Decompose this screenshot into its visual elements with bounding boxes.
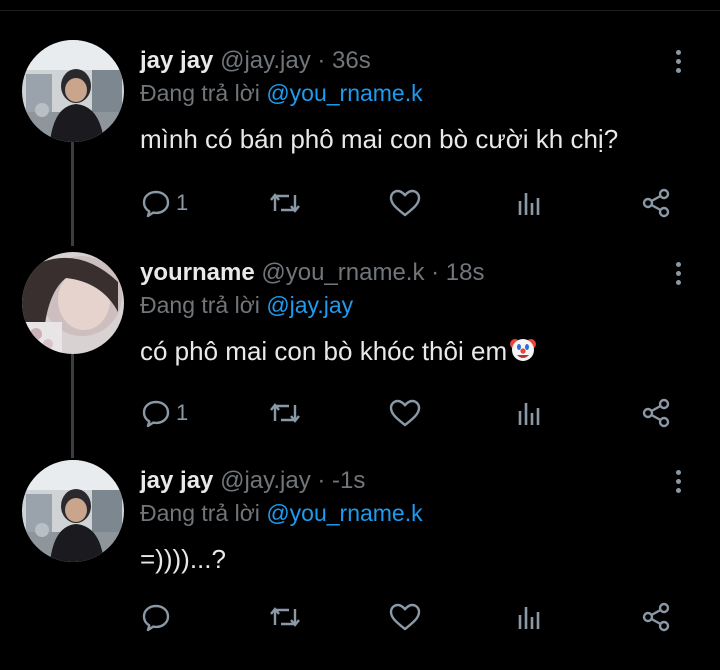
like-icon [389, 603, 421, 631]
handle-time: @jay.jay · 36s [220, 47, 371, 74]
reply-to-link[interactable]: @you_rname.k [266, 80, 422, 106]
tweet-text: có phô mai con bò khóc thôi em [140, 334, 680, 371]
views-button[interactable] [514, 600, 544, 634]
tweet[interactable]: jay jay @jay.jay · -1s Đang trả lời @you… [0, 460, 720, 670]
tweet-text-content: có phô mai con bò khóc thôi em [140, 336, 508, 366]
tweet-content: jay jay @jay.jay · -1s Đang trả lời @you… [140, 466, 680, 576]
reply-icon [142, 190, 170, 218]
handle-time: @jay.jay · -1s [220, 467, 366, 494]
tweet-header: jay jay @jay.jay · 36s [140, 46, 680, 76]
reply-prefix: Đang trả lời [140, 500, 260, 526]
action-bar: 1 [140, 186, 680, 220]
reply-button[interactable]: 1 [140, 396, 188, 430]
share-button[interactable] [640, 600, 672, 634]
reply-icon [142, 604, 170, 632]
avatar[interactable] [22, 460, 124, 562]
reply-to-link[interactable]: @jay.jay [266, 292, 353, 318]
reply-context: Đang trả lời @you_rname.k [140, 498, 680, 528]
views-icon [518, 193, 540, 215]
tweet-text: mình có bán phô mai con bò cười kh chị? [140, 124, 619, 154]
reply-prefix: Đang trả lời [140, 80, 260, 106]
tweet[interactable]: yourname @you_rname.k · 18s Đang trả lời… [0, 252, 720, 462]
share-icon [642, 188, 670, 218]
clown-face-emoji [509, 335, 537, 371]
retweet-button[interactable] [268, 600, 302, 634]
reply-context: Đang trả lời @jay.jay [140, 290, 680, 320]
reply-icon [142, 400, 170, 428]
like-button[interactable] [388, 600, 422, 634]
more-options-icon[interactable] [668, 258, 688, 292]
display-name[interactable]: jay jay [140, 467, 213, 494]
tweet-header: yourname @you_rname.k · 18s [140, 258, 680, 288]
views-button[interactable] [514, 396, 544, 430]
reply-to-link[interactable]: @you_rname.k [266, 500, 422, 526]
reply-context: Đang trả lời @you_rname.k [140, 78, 680, 108]
retweet-icon [270, 403, 300, 423]
reply-count: 1 [176, 190, 189, 215]
retweet-icon [270, 193, 300, 213]
more-options-icon[interactable] [668, 46, 688, 80]
action-bar [140, 600, 680, 634]
tweet-content: jay jay @jay.jay · 36s Đang trả lời @you… [140, 46, 680, 156]
share-icon [642, 398, 670, 428]
like-icon [389, 189, 421, 217]
reply-count: 1 [176, 400, 189, 425]
top-divider [0, 10, 720, 11]
like-button[interactable] [388, 396, 422, 430]
views-button[interactable] [514, 186, 544, 220]
tweet-text: =))))...? [140, 544, 226, 574]
display-name[interactable]: yourname [140, 259, 255, 286]
like-button[interactable] [388, 186, 422, 220]
more-options-icon[interactable] [668, 466, 688, 500]
retweet-button[interactable] [268, 396, 302, 430]
like-icon [389, 399, 421, 427]
share-button[interactable] [640, 396, 672, 430]
tweet-header: jay jay @jay.jay · -1s [140, 466, 680, 496]
reply-button[interactable]: 1 [140, 186, 188, 220]
views-icon [518, 403, 540, 425]
avatar[interactable] [22, 252, 124, 354]
share-icon [642, 602, 670, 632]
share-button[interactable] [640, 186, 672, 220]
reply-button[interactable] [140, 600, 176, 634]
action-bar: 1 [140, 396, 680, 430]
retweet-icon [270, 607, 300, 627]
views-icon [518, 607, 540, 629]
avatar[interactable] [22, 40, 124, 142]
tweet-content: yourname @you_rname.k · 18s Đang trả lời… [140, 258, 680, 371]
reply-prefix: Đang trả lời [140, 292, 260, 318]
display-name[interactable]: jay jay [140, 47, 213, 74]
retweet-button[interactable] [268, 186, 302, 220]
handle-time: @you_rname.k · 18s [261, 259, 485, 286]
tweet[interactable]: jay jay @jay.jay · 36s Đang trả lời @you… [0, 40, 720, 250]
